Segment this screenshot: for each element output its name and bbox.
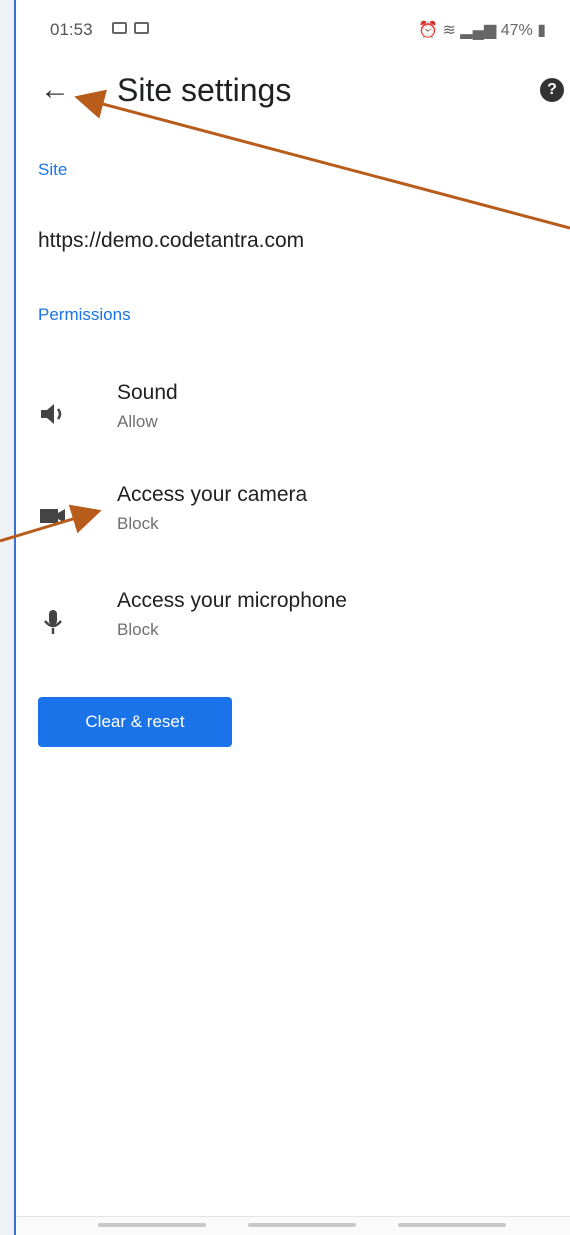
annotation-arrow-camera xyxy=(0,504,102,543)
annotation-arrow-back xyxy=(74,89,570,230)
annotation-arrows xyxy=(0,89,570,543)
